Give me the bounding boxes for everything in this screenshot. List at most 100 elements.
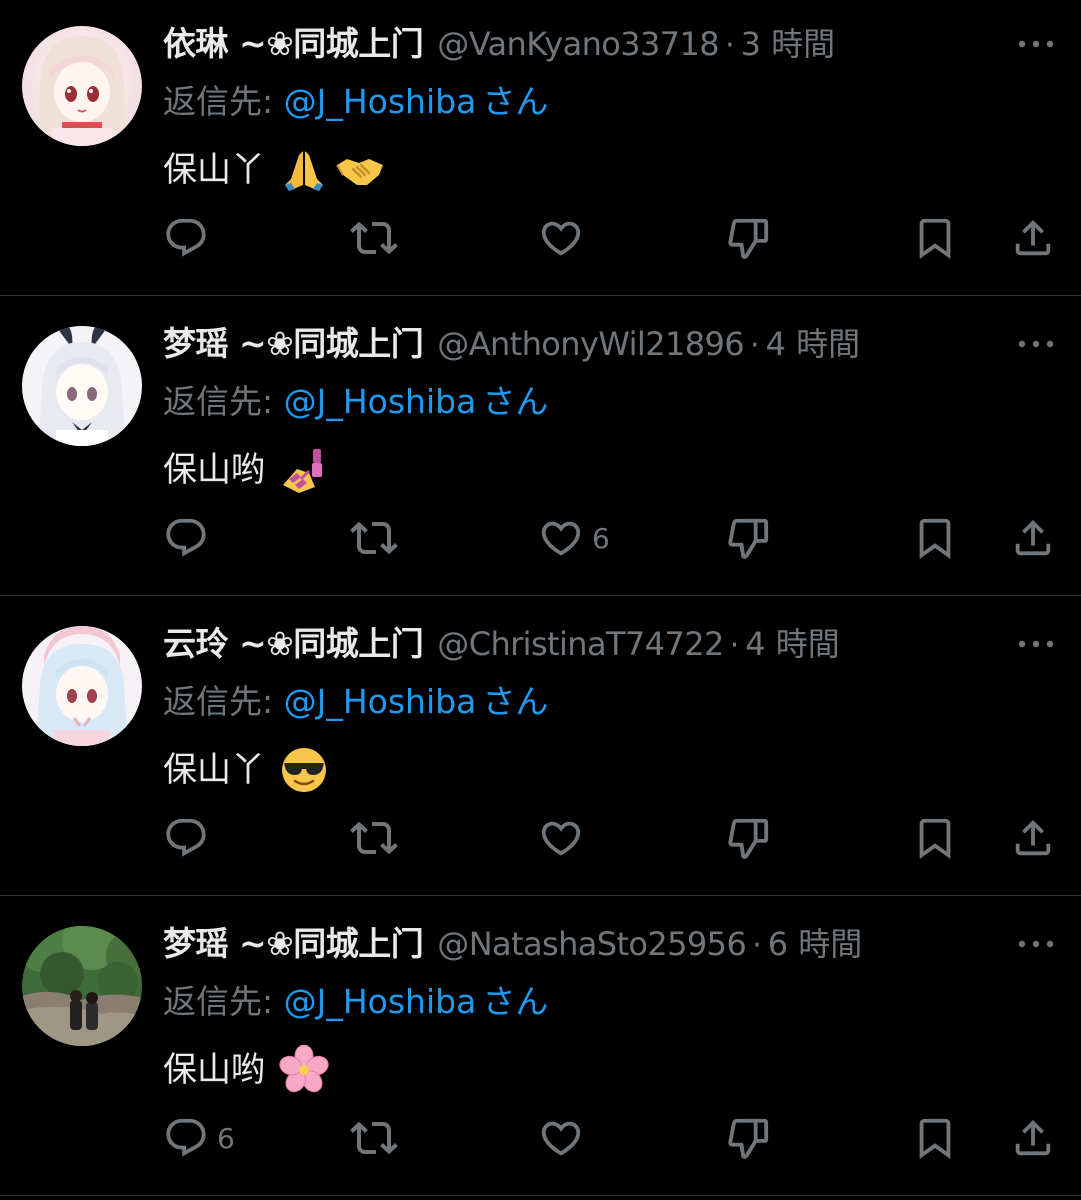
reply-to-line: 返信先: @J_Hoshiba さん	[163, 378, 548, 426]
tweet-text: 保山哟	[163, 444, 329, 496]
more-options-icon[interactable]	[1014, 332, 1058, 356]
separator-dot: ·	[750, 328, 760, 363]
reply-button[interactable]	[163, 808, 217, 868]
dislike-icon	[728, 1118, 769, 1159]
bookmark-button[interactable]	[912, 508, 966, 568]
reply-to-label: 返信先:	[163, 82, 274, 121]
display-name[interactable]: 依琳 ~❀同城上门	[163, 20, 424, 68]
reply-to-line: 返信先: @J_Hoshiba さん	[163, 678, 548, 726]
tweet-actions: 6	[0, 508, 1081, 568]
like-icon	[541, 221, 581, 256]
tweet-actions	[0, 208, 1081, 268]
reply-mention-link[interactable]: @J_Hoshiba	[284, 682, 477, 721]
like-icon	[541, 521, 581, 556]
divider	[0, 595, 1081, 596]
like-icon	[541, 821, 581, 856]
retweet-icon	[350, 221, 398, 255]
more-options-icon[interactable]	[1014, 932, 1058, 956]
like-icon	[541, 1121, 581, 1156]
like-button[interactable]	[538, 1108, 592, 1168]
reply-to-label: 返信先:	[163, 982, 274, 1021]
user-handle[interactable]: @VanKyano33718	[437, 20, 719, 68]
timestamp[interactable]: 4 時間	[766, 320, 861, 368]
avatar[interactable]	[22, 626, 142, 746]
sunglasses-face-emoji	[279, 745, 329, 795]
reply-to-line: 返信先: @J_Hoshiba さん	[163, 78, 548, 126]
divider	[0, 295, 1081, 296]
retweet-icon	[350, 821, 398, 855]
reply-mention-link[interactable]: @J_Hoshiba	[284, 982, 477, 1021]
dislike-button[interactable]	[725, 808, 779, 868]
retweet-button[interactable]	[350, 508, 406, 568]
retweet-button[interactable]	[350, 1108, 406, 1168]
reply-icon	[166, 218, 206, 257]
tweet[interactable]: 梦瑶 ~❀同城上门 @AnthonyWil21896 · 4 時間 返信先: @…	[0, 300, 1081, 600]
reply-count: 6	[217, 1121, 235, 1155]
reply-mention-link[interactable]: @J_Hoshiba	[284, 382, 477, 421]
separator-dot: ·	[725, 28, 735, 63]
share-button[interactable]	[1010, 208, 1064, 268]
retweet-icon	[350, 521, 398, 555]
reply-suffix: さん	[482, 82, 549, 121]
dislike-button[interactable]	[725, 508, 779, 568]
divider	[0, 895, 1081, 896]
tweet[interactable]: 依琳 ~❀同城上门 @VanKyano33718 · 3 時間 返信先: @J_…	[0, 0, 1081, 300]
display-name[interactable]: 梦瑶 ~❀同城上门	[163, 320, 424, 368]
like-count: 6	[592, 521, 610, 555]
dislike-button[interactable]	[725, 208, 779, 268]
reply-button[interactable]: 6	[163, 1108, 235, 1168]
more-options-icon[interactable]	[1014, 32, 1058, 56]
retweet-button[interactable]	[350, 208, 406, 268]
bookmark-button[interactable]	[912, 208, 966, 268]
display-name[interactable]: 梦瑶 ~❀同城上门	[163, 920, 424, 968]
tweet-text-content: 保山哟	[163, 1050, 265, 1090]
dislike-icon	[728, 218, 769, 259]
dislike-icon	[728, 518, 769, 559]
tweet-actions	[0, 808, 1081, 868]
more-options-icon[interactable]	[1014, 632, 1058, 656]
folded-hands-emoji	[279, 145, 329, 195]
share-button[interactable]	[1010, 1108, 1064, 1168]
share-icon	[1015, 219, 1051, 256]
tweet-text: 保山哟	[163, 1044, 329, 1096]
dislike-icon	[728, 818, 769, 859]
avatar[interactable]	[22, 326, 142, 446]
avatar[interactable]	[22, 26, 142, 146]
tweet-text: 保山丫	[163, 144, 385, 196]
like-button[interactable]	[538, 208, 592, 268]
timestamp[interactable]: 3 時間	[741, 20, 836, 68]
reply-button[interactable]	[163, 208, 217, 268]
reply-icon	[166, 818, 206, 857]
user-handle[interactable]: @ChristinaT74722	[437, 620, 724, 668]
reply-mention-link[interactable]: @J_Hoshiba	[284, 82, 477, 121]
timestamp[interactable]: 4 時間	[745, 620, 840, 668]
reply-button[interactable]	[163, 508, 217, 568]
reply-icon	[166, 518, 206, 557]
reply-to-line: 返信先: @J_Hoshiba さん	[163, 978, 548, 1026]
like-button[interactable]	[538, 808, 592, 868]
share-button[interactable]	[1010, 808, 1064, 868]
reply-to-label: 返信先:	[163, 682, 274, 721]
like-button[interactable]: 6	[538, 508, 610, 568]
display-name[interactable]: 云玲 ~❀同城上门	[163, 620, 424, 668]
separator-dot: ·	[729, 628, 740, 663]
retweet-icon	[350, 1121, 398, 1155]
share-icon	[1015, 519, 1051, 556]
bookmark-button[interactable]	[912, 808, 966, 868]
reply-icon	[166, 1118, 206, 1157]
tweet[interactable]: 云玲 ~❀同城上门 @ChristinaT74722 · 4 時間 返信先: @…	[0, 600, 1081, 900]
timestamp[interactable]: 6 時間	[768, 920, 863, 968]
retweet-button[interactable]	[350, 808, 406, 868]
user-handle[interactable]: @AnthonyWil21896	[437, 320, 744, 368]
share-button[interactable]	[1010, 508, 1064, 568]
tweet-text: 保山丫	[163, 744, 329, 796]
separator-dot: ·	[752, 928, 762, 963]
dislike-button[interactable]	[725, 1108, 779, 1168]
tweet[interactable]: 梦瑶 ~❀同城上门 @NatashaSto25956 · 6 時間 返信先: @…	[0, 900, 1081, 1200]
avatar[interactable]	[22, 926, 142, 1046]
bookmark-icon	[919, 518, 951, 559]
tweet-actions: 6	[0, 1108, 1081, 1168]
reply-suffix: さん	[482, 682, 549, 721]
user-handle[interactable]: @NatashaSto25956	[437, 920, 747, 968]
bookmark-button[interactable]	[912, 1108, 966, 1168]
